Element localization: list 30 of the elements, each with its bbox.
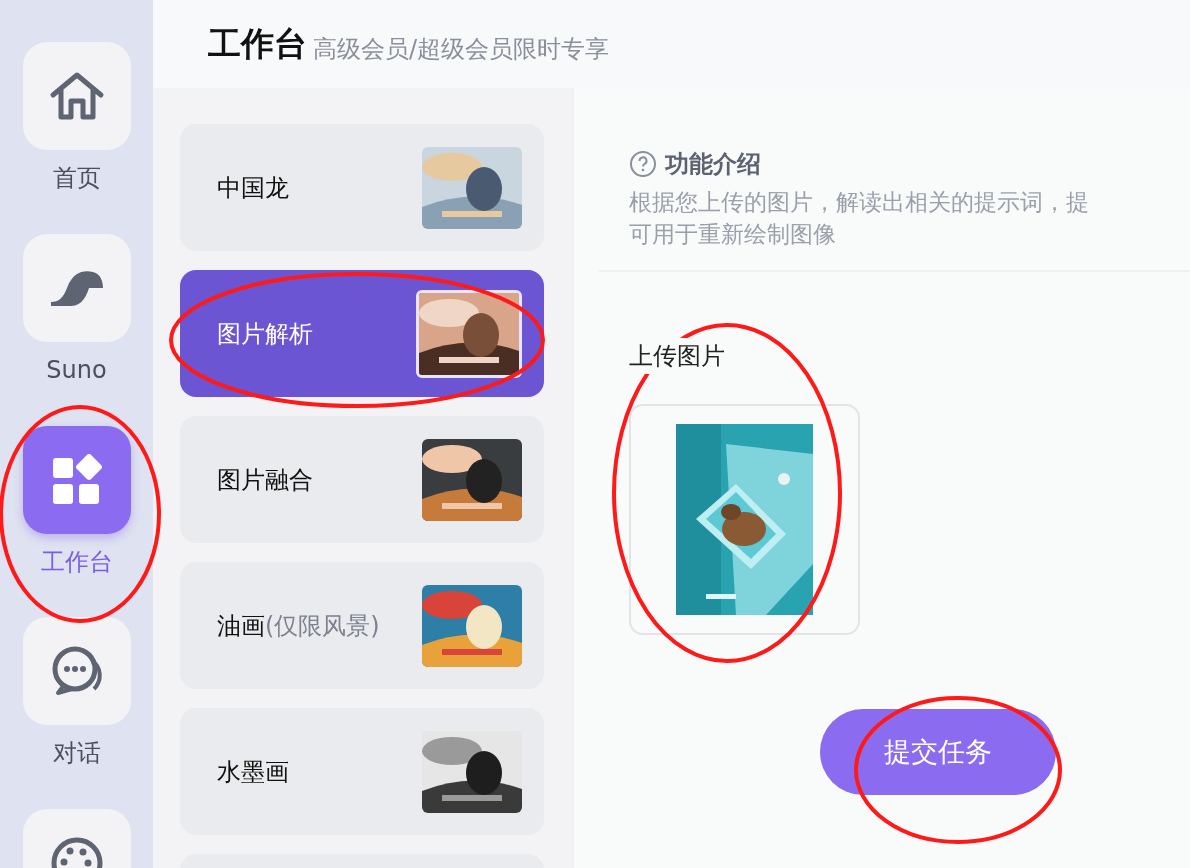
submit-button[interactable]: 提交任务 <box>820 709 1056 796</box>
tool-card[interactable]: 中国龙 <box>180 124 544 251</box>
page-subtitle: 高级会员/超级会员限时专享 <box>313 34 610 65</box>
tool-name: 中国龙 <box>217 172 289 204</box>
home-icon <box>48 71 105 121</box>
tool-name: 油画 <box>217 610 265 642</box>
upload-label: 上传图片 <box>629 338 725 375</box>
nav-label: Suno <box>46 355 107 385</box>
tool-card[interactable]: 水墨画 <box>180 708 544 835</box>
page-title: 工作台 <box>208 23 307 66</box>
tool-card[interactable]: 图片解析 <box>180 270 544 397</box>
description-text: 可用于重新绘制图像 <box>629 220 837 250</box>
upload-area[interactable] <box>629 404 860 636</box>
section-heading: 功能介绍 <box>665 149 761 180</box>
tool-name: 图片融合 <box>217 464 313 496</box>
nav-button[interactable] <box>22 42 131 150</box>
nav-label: 工作台 <box>40 547 113 577</box>
description-text: 根据您上传的图片，解读出相关的提示词，提 <box>629 188 1090 217</box>
nav-label: 对话 <box>52 739 101 769</box>
help-icon <box>629 150 657 178</box>
tool-card[interactable]: 图片融合 <box>180 416 544 543</box>
nav-label: 首页 <box>52 164 101 193</box>
grid-icon <box>50 453 103 506</box>
tool-name: 水墨画 <box>217 756 289 788</box>
tool-name: 图片解析 <box>217 318 313 350</box>
nav-button[interactable] <box>22 233 131 342</box>
tool-note: (仅限风景) <box>265 610 380 642</box>
nav-button[interactable] <box>22 617 131 726</box>
nav-button[interactable] <box>22 425 131 534</box>
tool-card[interactable]: 油画(仅限风景) <box>180 562 544 689</box>
